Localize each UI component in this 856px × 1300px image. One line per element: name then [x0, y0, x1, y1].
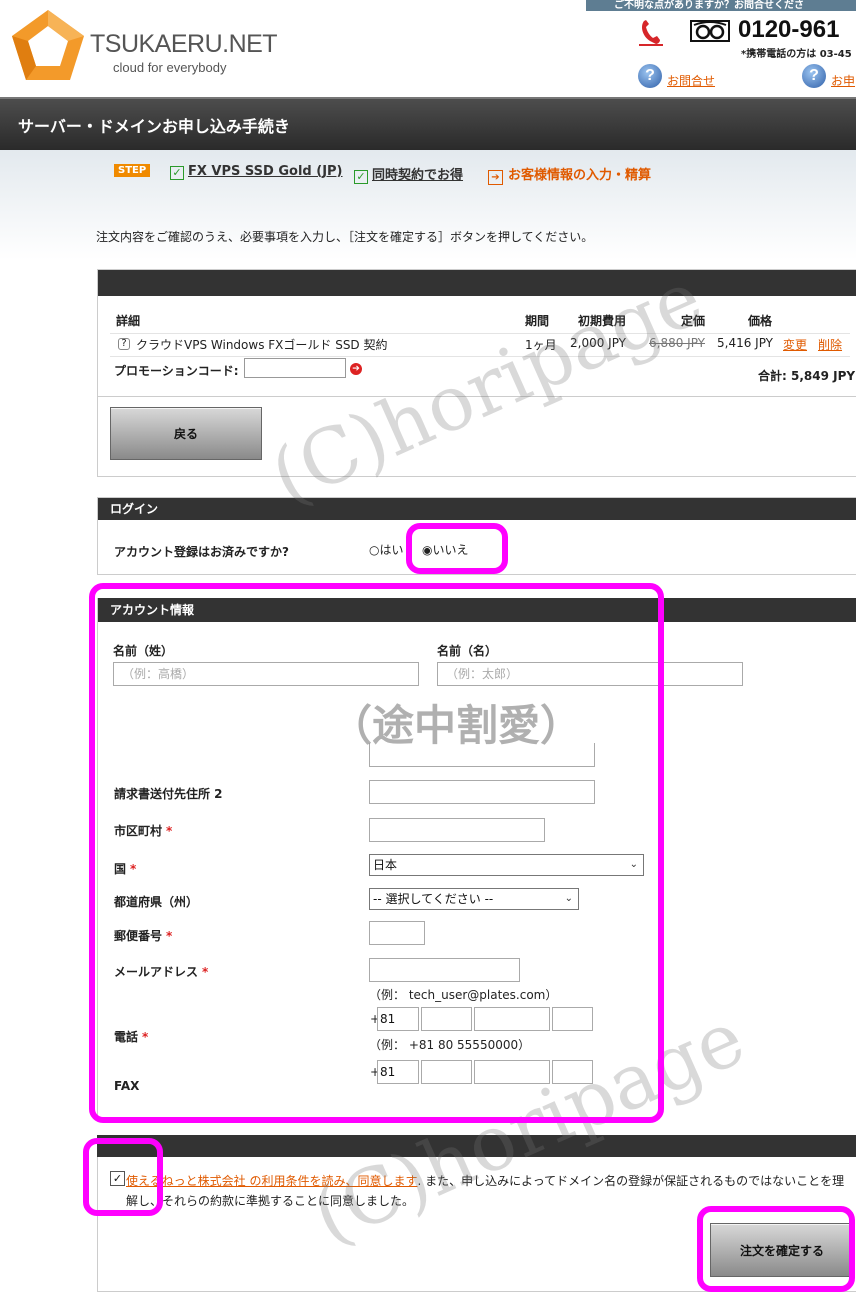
apply-link-label[interactable]: お申: [831, 72, 855, 89]
promo-code-input[interactable]: [244, 358, 346, 378]
step-label[interactable]: 同時契約でお得: [372, 168, 463, 183]
highlight-account-info: [89, 583, 664, 1123]
order-summary-header: [98, 270, 856, 296]
step-item-customer-info: ➔ お客様情報の入力・精算: [488, 164, 651, 185]
freedial-icon: [690, 20, 730, 42]
delete-link[interactable]: 削除: [818, 336, 842, 353]
site-header: TSUKAERU.NET cloud for everybody ご不明な点があ…: [0, 0, 856, 97]
step-item-bundle[interactable]: ✓ 同時契約でお得: [354, 164, 463, 184]
back-button[interactable]: 戻る: [110, 407, 262, 460]
title-bar: サーバー・ドメインお申し込み手続き: [0, 97, 856, 150]
question-icon: ?: [802, 64, 826, 88]
login-heading: ログイン: [98, 498, 856, 520]
radio-unchecked-icon[interactable]: ○: [369, 543, 379, 557]
highlight-terms-checkbox: [83, 1138, 163, 1216]
product-price: 5,416 JPY: [717, 336, 774, 350]
pentagon-logo-icon[interactable]: [10, 8, 86, 84]
order-total: 合計: 5,849 JPY: [758, 369, 856, 383]
brand-tagline: cloud for everybody: [113, 60, 227, 75]
phone-number: 0120-961: [738, 16, 840, 43]
promo-apply-icon[interactable]: ➔: [350, 363, 362, 375]
column-price: 価格: [748, 314, 773, 328]
apply-link[interactable]: ? お申: [802, 64, 856, 90]
arrow-right-icon: ➔: [488, 170, 503, 185]
telephone-icon: [639, 20, 663, 46]
product-name: クラウドVPS Windows FXゴールド SSD 契約: [136, 338, 388, 352]
instruction-text: 注文内容をご確認のうえ、必要事項を入力し、［注文を確定する］ボタンを押してくださ…: [96, 230, 594, 244]
check-icon: ✓: [170, 166, 184, 180]
brand-name[interactable]: TSUKAERU.NET: [90, 30, 278, 59]
column-detail: 詳細: [116, 314, 141, 328]
promo-code-label: プロモーションコード:: [114, 364, 239, 378]
change-link[interactable]: 変更: [783, 336, 807, 353]
page-title: サーバー・ドメインお申し込み手続き: [18, 117, 290, 136]
radio-yes[interactable]: ○はい: [369, 541, 404, 558]
step-item-plan[interactable]: ✓ FX VPS SSD Gold (JP): [170, 164, 343, 180]
product-info-icon[interactable]: ?: [118, 338, 130, 350]
radio-yes-label[interactable]: はい: [379, 543, 403, 557]
highlight-confirm-button: [697, 1206, 855, 1292]
question-icon: ?: [638, 64, 662, 88]
step-label[interactable]: FX VPS SSD Gold (JP): [188, 164, 343, 179]
check-icon: ✓: [354, 170, 368, 184]
contact-link[interactable]: ? お問合せ: [638, 64, 728, 90]
contact-link-label[interactable]: お問合せ: [667, 72, 715, 89]
phone-note: *携帯電話の方は 03-45: [741, 49, 852, 60]
highlight-radio-no: [406, 523, 508, 574]
step-badge: STEP: [114, 164, 151, 177]
top-notice[interactable]: ご不明な点がありますか？お問合せくださ: [586, 0, 856, 11]
step-label: お客様情報の入力・精算: [508, 168, 652, 183]
account-question: アカウント登録はお済みですか?: [114, 545, 289, 559]
